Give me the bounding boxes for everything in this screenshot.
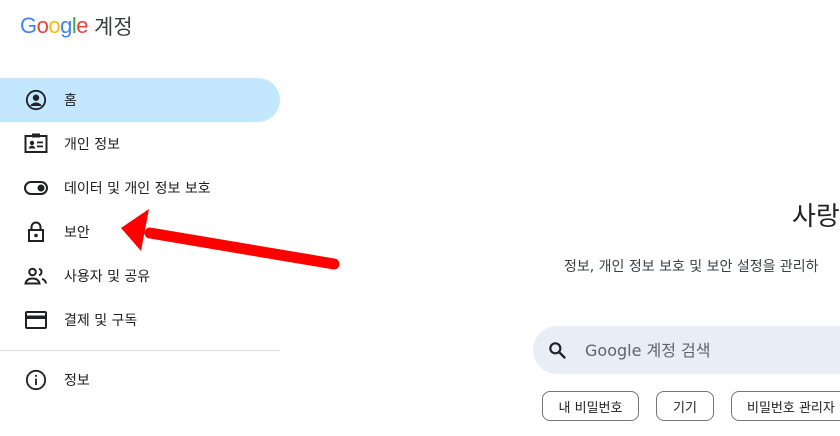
id-card-icon <box>24 132 48 156</box>
chip-devices[interactable]: 기기 <box>656 391 714 421</box>
sidebar-item-label: 보안 <box>64 225 90 241</box>
sidebar-item-label: 결제 및 구독 <box>64 313 138 329</box>
toggle-icon <box>24 176 48 200</box>
logo-letter: G <box>20 13 37 38</box>
sidebar-info-section: 정보 <box>0 358 280 402</box>
chip-my-password[interactable]: 내 비밀번호 <box>542 391 639 421</box>
sidebar-item-label: 정보 <box>64 373 90 389</box>
search-input[interactable] <box>583 339 840 361</box>
sidebar-item-label: 데이터 및 개인 정보 보호 <box>64 181 211 197</box>
sidebar-item-label: 개인 정보 <box>64 137 120 153</box>
sidebar-nav: 홈 개인 정보 데이터 및 개인 정보 보호 보안 사용자 및 공유 결제 및 … <box>0 78 280 342</box>
google-wordmark: Google <box>20 13 89 39</box>
sidebar-item-payments[interactable]: 결제 및 구독 <box>0 298 280 342</box>
google-account-logo[interactable]: Google 계정 <box>20 11 133 41</box>
account-circle-icon <box>24 88 48 112</box>
credit-card-icon <box>24 308 48 332</box>
sidebar-divider <box>0 350 280 351</box>
logo-letter: o <box>48 13 61 38</box>
sidebar-item-data-privacy[interactable]: 데이터 및 개인 정보 보호 <box>0 166 280 210</box>
account-search-bar[interactable] <box>533 326 840 374</box>
search-icon <box>547 339 569 361</box>
sidebar-item-home[interactable]: 홈 <box>0 78 280 122</box>
sidebar-item-security[interactable]: 보안 <box>0 210 280 254</box>
sidebar-item-about[interactable]: 정보 <box>0 358 280 402</box>
sidebar-item-label: 사용자 및 공유 <box>64 269 151 285</box>
info-icon <box>24 368 48 392</box>
logo-letter: e <box>76 13 89 38</box>
people-icon <box>24 264 48 288</box>
lock-icon <box>24 220 48 244</box>
welcome-subtitle: 정보, 개인 정보 보호 및 보안 설정을 관리하 <box>564 259 819 275</box>
chip-password-manager[interactable]: 비밀번호 관리자 <box>731 391 840 421</box>
sidebar-item-people-sharing[interactable]: 사용자 및 공유 <box>0 254 280 298</box>
logo-letter: o <box>36 13 49 38</box>
sidebar-item-label: 홈 <box>64 93 77 109</box>
sidebar-item-personal-info[interactable]: 개인 정보 <box>0 122 280 166</box>
logo-suffix: 계정 <box>94 15 133 39</box>
logo-letter: g <box>60 13 72 38</box>
welcome-heading: 사랑 <box>792 202 840 232</box>
